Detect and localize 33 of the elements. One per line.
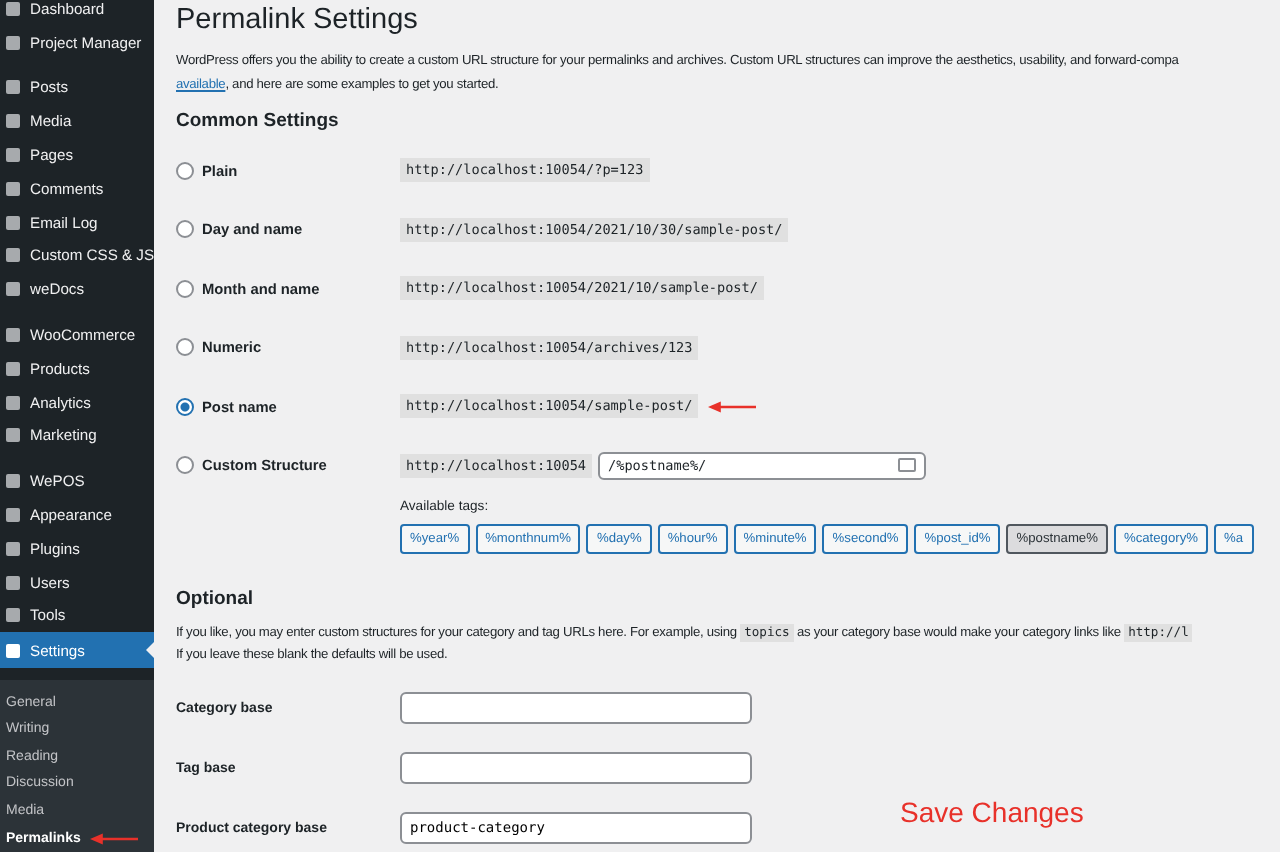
menu-icon [6, 248, 20, 263]
menu-icon [6, 35, 20, 50]
radio-button[interactable] [176, 456, 194, 475]
menu-icon [6, 282, 20, 297]
menu-icon [6, 80, 20, 95]
menu-icon [6, 474, 20, 489]
radio-button[interactable] [176, 338, 194, 357]
page-title: Permalink Settings [176, 4, 418, 36]
section-heading: Common Settings [176, 109, 339, 131]
radio-button[interactable] [176, 161, 194, 180]
text-field[interactable] [400, 692, 752, 724]
menu-icon [6, 575, 20, 590]
radio-button[interactable] [176, 397, 194, 416]
menu-icon [6, 395, 20, 410]
menu-icon [6, 643, 20, 658]
radio-button[interactable] [176, 279, 194, 298]
menu-icon [6, 541, 20, 556]
arrow-icon [90, 831, 139, 846]
text-field[interactable] [400, 752, 752, 784]
menu-icon [6, 328, 20, 343]
section-heading: Optional [176, 587, 254, 609]
menu-icon [6, 1, 20, 16]
menu-icon [6, 181, 20, 196]
save-changes-note: Save Changes [900, 796, 1084, 828]
menu-icon [6, 215, 20, 230]
radio-button[interactable] [176, 220, 194, 239]
menu-icon [6, 508, 20, 523]
menu-icon [6, 608, 20, 623]
menu-icon [6, 148, 20, 163]
menu-icon [6, 361, 20, 376]
menu-icon [6, 428, 20, 443]
arrow-icon [708, 399, 757, 414]
menu-icon [6, 114, 20, 129]
